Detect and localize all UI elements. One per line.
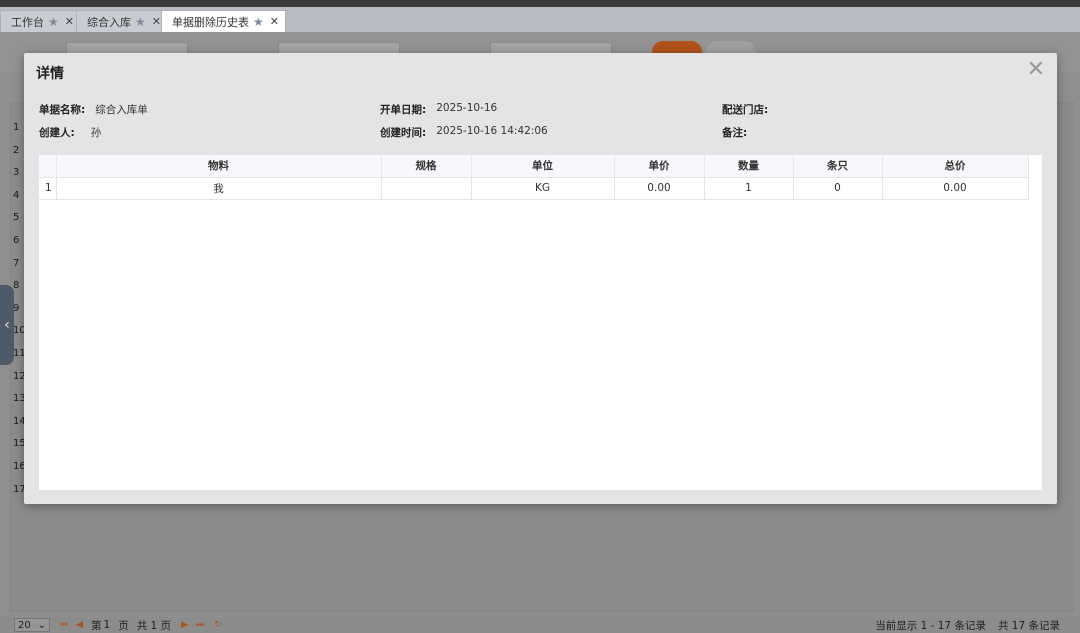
tab-delete-history[interactable]: 单据删除历史表 ★ ✕	[161, 10, 286, 32]
creator-value: 孙	[90, 127, 102, 139]
table-cell: 我	[56, 177, 382, 200]
open-date-value: 2025-10-16	[436, 102, 498, 114]
current-page-input[interactable]: 1	[104, 619, 111, 631]
dialog-title: 详情	[36, 66, 64, 82]
close-icon[interactable]: ✕	[65, 15, 74, 28]
chevron-left-icon: ‹	[4, 317, 10, 333]
tab-label: 综合入库	[87, 15, 131, 29]
creator-label: 创建人:	[39, 127, 75, 139]
close-icon[interactable]: ✕	[270, 15, 279, 28]
create-time-value: 2025-10-16 14:42:06	[436, 125, 548, 137]
unit-column-header[interactable]: 单位	[471, 155, 615, 178]
next-page-icon[interactable]: ▶	[181, 620, 188, 630]
window-top-strip	[0, 0, 1080, 7]
page-suffix: 页	[118, 619, 129, 632]
detail-grid: 物料 规格 单位 单价 数量 条只 总价 1 我 KG 0.00 1 0 0.00	[39, 155, 1042, 490]
material-column-header[interactable]: 物料	[56, 155, 382, 178]
tab-workbench[interactable]: 工作台 ★ ✕	[0, 10, 81, 32]
table-cell: 0.00	[614, 177, 705, 200]
prev-page-icon[interactable]: ◀	[76, 620, 83, 630]
creator-field: 创建人: 孙	[39, 125, 101, 140]
doc-name-field: 单据名称: 综合入库单	[39, 102, 148, 117]
detail-table: 物料 规格 单位 单价 数量 条只 总价 1 我 KG 0.00 1 0 0.00	[39, 155, 1029, 200]
table-cell: 1	[704, 177, 794, 200]
tab-bar: 工作台 ★ ✕ 综合入库 ★ ✕ 单据删除历史表 ★ ✕	[0, 7, 1080, 32]
remark-field: 备注:	[722, 125, 757, 140]
last-page-icon[interactable]: ⏭	[196, 620, 204, 630]
tab-inbound[interactable]: 综合入库 ★ ✕	[76, 10, 168, 32]
index-column-header	[39, 155, 57, 178]
table-body: 1 我 KG 0.00 1 0 0.00	[39, 177, 1029, 200]
quantity-column-header[interactable]: 数量	[704, 155, 794, 178]
total-pages: 共 1 页	[136, 619, 172, 632]
star-icon[interactable]: ★	[135, 15, 146, 29]
chevron-down-icon: ⌄	[37, 619, 46, 631]
total-records: 共 17 条记录	[997, 620, 1060, 632]
display-info: 当前显示 1 - 17 条记录	[875, 620, 986, 632]
spec-column-header[interactable]: 规格	[381, 155, 472, 178]
open-date-field: 开单日期: 2025-10-16	[380, 102, 497, 117]
doc-name-value: 综合入库单	[95, 104, 148, 116]
remark-label: 备注:	[722, 127, 748, 139]
page-prefix: 第	[91, 619, 102, 632]
refresh-icon[interactable]: ↻	[214, 620, 222, 630]
delivery-store-field: 配送门店:	[722, 102, 778, 117]
collapse-sidebar-button[interactable]: ‹	[0, 285, 14, 365]
unit-price-column-header[interactable]: 单价	[614, 155, 705, 178]
table-cell	[381, 177, 472, 200]
page-size-select[interactable]: 20 ⌄	[14, 618, 50, 632]
tab-label: 单据删除历史表	[172, 15, 249, 29]
doc-name-label: 单据名称:	[39, 104, 86, 116]
tab-label: 工作台	[11, 15, 44, 29]
create-time-label: 创建时间:	[380, 127, 427, 139]
table-cell: KG	[471, 177, 615, 200]
delivery-store-label: 配送门店:	[722, 104, 769, 116]
total-price-column-header[interactable]: 总价	[882, 155, 1029, 178]
star-icon[interactable]: ★	[253, 15, 264, 29]
star-icon[interactable]: ★	[48, 15, 59, 29]
table-cell: 1	[39, 177, 57, 200]
pager: 20 ⌄ ⏮ ◀ 第 1 页 共 1 页 ▶ ⏭ ↻ 当前显示 1 - 17 条…	[0, 617, 1080, 633]
first-page-icon[interactable]: ⏮	[60, 620, 68, 630]
detail-dialog: 详情 ✕ 单据名称: 综合入库单 创建人: 孙 开单日期: 2025-10-16…	[24, 53, 1057, 504]
table-header-row: 物料 规格 单位 单价 数量 条只 总价	[39, 155, 1029, 178]
close-icon[interactable]: ✕	[152, 15, 161, 28]
create-time-field: 创建时间: 2025-10-16 14:42:06	[380, 125, 548, 140]
pager-info: 当前显示 1 - 17 条记录 共 17 条记录	[875, 618, 1060, 633]
piece-count-column-header[interactable]: 条只	[793, 155, 883, 178]
table-cell: 0	[793, 177, 883, 200]
table-row[interactable]: 1 我 KG 0.00 1 0 0.00	[39, 177, 1029, 200]
page-size-value: 20	[18, 619, 31, 631]
table-cell: 0.00	[882, 177, 1029, 200]
open-date-label: 开单日期:	[380, 104, 427, 116]
close-icon[interactable]: ✕	[1027, 59, 1045, 81]
